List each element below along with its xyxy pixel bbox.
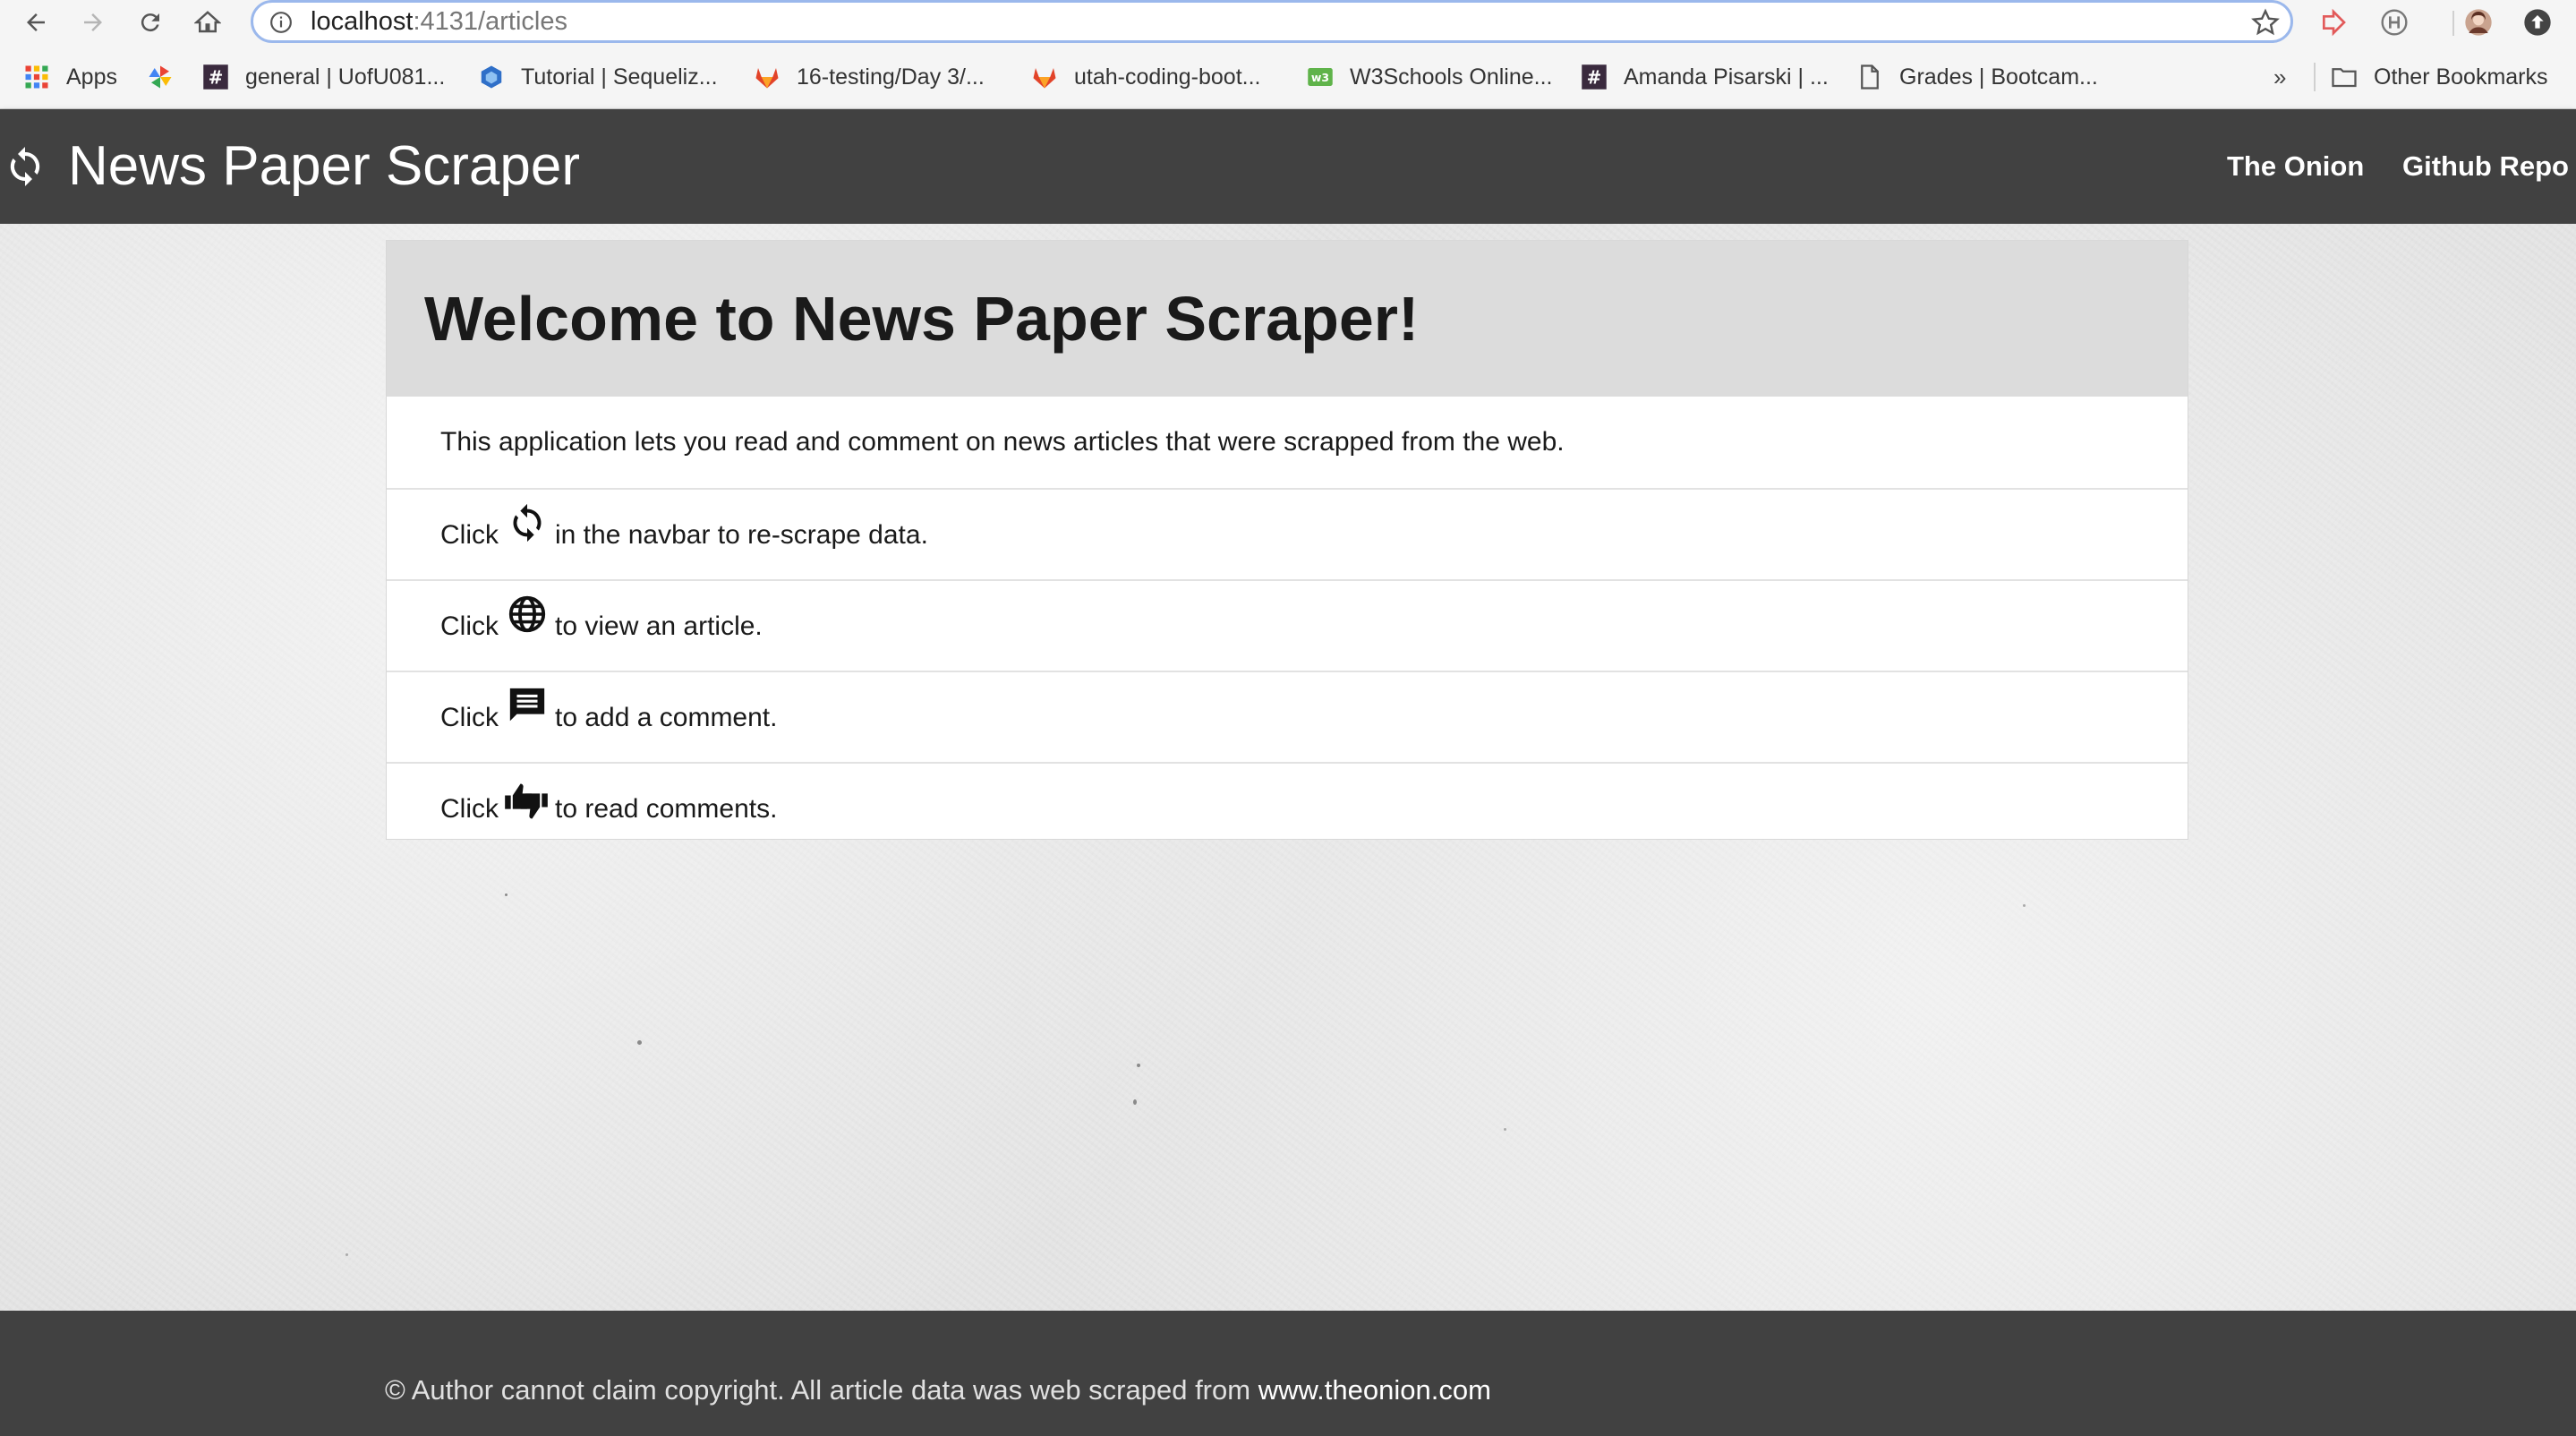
globe-icon bbox=[507, 594, 548, 635]
row-prefix: Click bbox=[440, 794, 499, 824]
back-button[interactable] bbox=[16, 4, 55, 41]
browser-toolbar: localhost:4131/articles bbox=[0, 0, 2576, 45]
extension-button-2[interactable] bbox=[2377, 5, 2411, 39]
extension-arrow-icon bbox=[2323, 8, 2346, 37]
row-prefix: Click bbox=[440, 520, 499, 550]
texture-speck bbox=[1133, 1099, 1137, 1105]
more-bookmarks-chevron[interactable]: » bbox=[2273, 59, 2286, 95]
row-prefix: Click bbox=[440, 611, 499, 641]
svg-text:#: # bbox=[209, 67, 224, 89]
row-suffix: to read comments. bbox=[555, 794, 778, 824]
bookmark-apps[interactable]: Apps bbox=[23, 59, 117, 95]
extension-h-icon bbox=[2381, 9, 2408, 36]
home-button[interactable] bbox=[188, 4, 227, 41]
svg-text:w3: w3 bbox=[1311, 71, 1329, 84]
bookmark-label: Apps bbox=[66, 64, 117, 90]
bookmark-testing[interactable]: 16-testing/Day 3/... bbox=[754, 59, 985, 95]
address-bar[interactable]: localhost:4131/articles bbox=[251, 0, 2293, 43]
other-bookmarks-label: Other Bookmarks bbox=[2374, 64, 2548, 90]
reload-icon bbox=[141, 13, 159, 32]
bookmark-general[interactable]: # general | UofU081... bbox=[202, 59, 445, 95]
arrow-left-icon bbox=[27, 13, 45, 31]
url-path: :4131/articles bbox=[413, 7, 567, 36]
home-icon bbox=[194, 11, 221, 33]
svg-text:#: # bbox=[1587, 67, 1602, 89]
apps-grid-icon bbox=[23, 64, 50, 90]
bookmarks-divider bbox=[2314, 63, 2316, 91]
avatar-icon bbox=[2465, 9, 2492, 36]
card-header: Welcome to News Paper Scraper! bbox=[387, 241, 2188, 397]
row-suffix: to add a comment. bbox=[555, 703, 778, 732]
list-item-view-article: Click to view an article. bbox=[387, 579, 2188, 671]
other-bookmarks-folder[interactable]: Other Bookmarks bbox=[2331, 59, 2548, 95]
list-item-intro: This application lets you read and comme… bbox=[387, 397, 2188, 488]
toolbar-divider bbox=[2452, 11, 2454, 36]
texture-speck bbox=[637, 1040, 642, 1045]
folder-icon bbox=[2331, 64, 2358, 90]
pinwheel-icon bbox=[147, 64, 174, 90]
update-button[interactable] bbox=[2521, 5, 2555, 39]
refresh-icon[interactable] bbox=[4, 145, 47, 188]
app-navbar: News Paper Scraper The Onion Github Repo bbox=[0, 109, 2576, 224]
brand-title[interactable]: News Paper Scraper bbox=[68, 109, 580, 224]
footer-text: © Author cannot claim copyright. All art… bbox=[385, 1374, 1251, 1406]
document-icon bbox=[1856, 64, 1883, 90]
bookmark-label: utah-coding-boot... bbox=[1074, 64, 1261, 90]
nav-link-github-repo[interactable]: Github Repo bbox=[2402, 109, 2569, 224]
bookmark-pinwheel[interactable] bbox=[147, 59, 190, 95]
page-footer: © Author cannot claim copyright. All art… bbox=[0, 1311, 2576, 1436]
card-title: Welcome to News Paper Scraper! bbox=[424, 284, 1420, 354]
texture-speck bbox=[505, 893, 508, 896]
bookmark-w3schools[interactable]: w3 W3Schools Online... bbox=[1307, 59, 1553, 95]
row-prefix: Click bbox=[440, 703, 499, 732]
bookmark-sequelize[interactable]: Tutorial | Sequeliz... bbox=[478, 59, 718, 95]
bookmark-grades[interactable]: Grades | Bootcam... bbox=[1856, 59, 2098, 95]
texture-speck bbox=[1137, 1064, 1140, 1067]
refresh-icon bbox=[507, 502, 548, 543]
footer-copyright: © Author cannot claim copyright. All art… bbox=[385, 1311, 1491, 1436]
bookmark-label: general | UofU081... bbox=[245, 64, 446, 90]
row-suffix: to view an article. bbox=[555, 611, 763, 641]
bookmarks-bar: Apps # general | UofU081... Tutorial | S… bbox=[0, 59, 2576, 95]
reload-button[interactable] bbox=[131, 4, 170, 41]
bookmark-amanda[interactable]: # Amanda Pisarski | ... bbox=[1581, 59, 1829, 95]
bookmark-label: 16-testing/Day 3/... bbox=[797, 64, 985, 90]
footer-site-link[interactable]: www.theonion.com bbox=[1258, 1374, 1491, 1406]
welcome-card: Welcome to News Paper Scraper! This appl… bbox=[386, 240, 2188, 840]
extension-button-1[interactable] bbox=[2316, 5, 2350, 39]
slack-hash-icon: # bbox=[202, 64, 229, 90]
slack-hash-icon: # bbox=[1581, 64, 1608, 90]
url-text[interactable]: localhost:4131/articles bbox=[311, 3, 567, 40]
gitlab-icon bbox=[754, 64, 780, 90]
bookmark-label: Grades | Bootcam... bbox=[1899, 64, 2098, 90]
bookmark-label: Tutorial | Sequeliz... bbox=[521, 64, 718, 90]
w3schools-icon: w3 bbox=[1307, 64, 1334, 90]
bookmark-utah-coding[interactable]: utah-coding-boot... bbox=[1031, 59, 1260, 95]
profile-avatar[interactable] bbox=[2461, 5, 2495, 39]
row-suffix: in the navbar to re-scrape data. bbox=[555, 520, 928, 550]
update-arrow-icon bbox=[2524, 9, 2551, 36]
thumbs-icon bbox=[503, 778, 550, 825]
texture-speck bbox=[2023, 904, 2026, 907]
arrow-right-icon bbox=[84, 13, 102, 31]
forward-button[interactable] bbox=[73, 4, 113, 41]
url-host: localhost bbox=[311, 7, 414, 36]
nav-link-the-onion[interactable]: The Onion bbox=[2227, 109, 2364, 224]
info-icon[interactable] bbox=[269, 11, 293, 34]
list-item-rescrape: Click in the navbar to re-scrape data. bbox=[387, 488, 2188, 579]
list-item-add-comment: Click to add a comment. bbox=[387, 671, 2188, 762]
gitlab-icon bbox=[1031, 64, 1058, 90]
comment-icon bbox=[507, 685, 548, 726]
bookmark-label: Amanda Pisarski | ... bbox=[1624, 64, 1829, 90]
texture-speck bbox=[345, 1253, 348, 1256]
bookmark-label: W3Schools Online... bbox=[1350, 64, 1553, 90]
texture-speck bbox=[1504, 1128, 1506, 1131]
bookmark-star-icon[interactable] bbox=[2251, 8, 2280, 37]
sequelize-cube-icon bbox=[478, 64, 505, 90]
list-item-read-comments: Click to read comments. bbox=[387, 762, 2188, 853]
intro-text: This application lets you read and comme… bbox=[440, 427, 1565, 457]
browser-chrome: localhost:4131/articles Apps # general |… bbox=[0, 0, 2576, 109]
